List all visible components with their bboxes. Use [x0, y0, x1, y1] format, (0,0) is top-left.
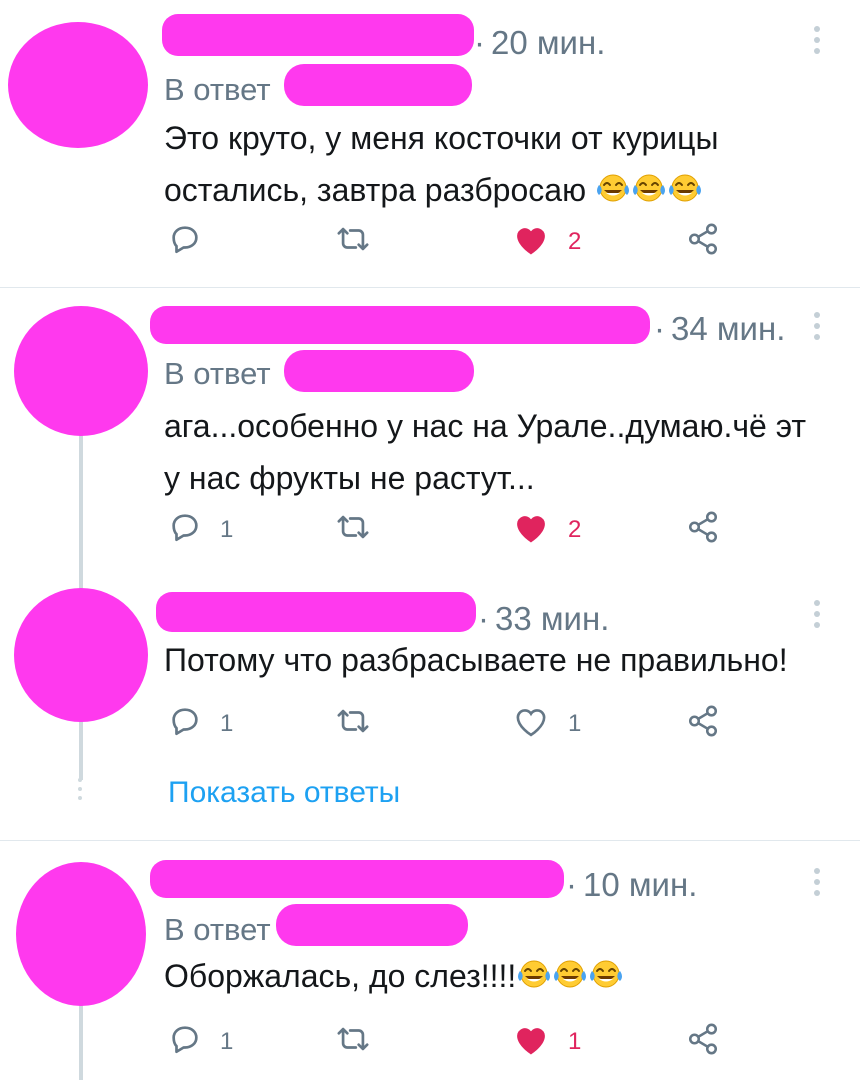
retweet-button[interactable]	[334, 704, 372, 744]
more-options-button[interactable]	[812, 26, 822, 59]
reply-count: 1	[220, 1028, 234, 1055]
divider	[0, 840, 860, 841]
share-icon	[686, 510, 720, 551]
redacted-reply-handle	[284, 64, 472, 106]
reply-count: 1	[220, 710, 234, 737]
avatar[interactable]	[8, 22, 148, 148]
tweet-text: Оборжалась, до слез!!!!	[164, 950, 624, 1002]
face-with-tears-of-joy-icon	[552, 954, 588, 988]
share-button[interactable]	[686, 1022, 720, 1062]
like-count: 2	[568, 228, 582, 255]
retweet-icon	[334, 222, 372, 263]
retweet-icon	[334, 1022, 372, 1063]
retweet-button[interactable]	[334, 510, 372, 550]
heart-icon	[512, 222, 550, 263]
tweet-text: ага...особенно у нас на Урале..думаю.чё …	[164, 408, 806, 496]
avatar[interactable]	[16, 862, 146, 1006]
share-button[interactable]	[686, 704, 720, 744]
reply-to-label: В ответ	[164, 72, 271, 107]
tweet-time: · 34 мин.	[654, 310, 786, 347]
tweet-actions: 1 1	[0, 704, 860, 744]
like-count: 1	[568, 710, 582, 737]
face-with-tears-of-joy-icon	[631, 168, 667, 202]
face-with-tears-of-joy-icon	[516, 954, 552, 988]
face-with-tears-of-joy-icon	[588, 954, 624, 988]
tweet-time: · 33 мин.	[478, 600, 610, 637]
like-button[interactable]: 2	[512, 510, 581, 550]
retweet-button[interactable]	[334, 1022, 372, 1062]
heart-icon	[512, 1022, 550, 1063]
redacted-username	[150, 306, 650, 344]
reply-icon	[168, 222, 202, 263]
redacted-username	[150, 860, 564, 898]
tweet-time: · 10 мин.	[566, 866, 698, 903]
tweet-text: Это круто, у меня косточки от курицы ост…	[164, 120, 719, 208]
share-icon	[686, 1022, 720, 1063]
emoji-group	[516, 958, 624, 994]
thread-continuation-dots	[78, 778, 82, 805]
reply-button[interactable]: 1	[168, 704, 233, 744]
share-icon	[686, 222, 720, 263]
tweet-actions: 2	[0, 222, 860, 262]
reply-to-label: В ответ	[164, 356, 271, 391]
share-button[interactable]	[686, 510, 720, 550]
reply-count: 1	[220, 516, 234, 543]
reply-to-label: В ответ	[164, 912, 271, 947]
tweet-actions: 1 1	[0, 1022, 860, 1062]
more-options-button[interactable]	[812, 600, 822, 633]
avatar[interactable]	[14, 588, 148, 722]
like-button[interactable]: 1	[512, 704, 581, 744]
redacted-reply-handle	[276, 904, 468, 946]
heart-icon	[512, 510, 550, 551]
face-with-tears-of-joy-icon	[667, 168, 703, 202]
share-icon	[686, 704, 720, 745]
retweet-button[interactable]	[334, 222, 372, 262]
like-button[interactable]: 2	[512, 222, 581, 262]
emoji-group	[595, 172, 703, 208]
reply-icon	[168, 510, 202, 551]
avatar[interactable]	[14, 306, 148, 436]
reply-button[interactable]: 1	[168, 1022, 233, 1062]
like-count: 2	[568, 516, 582, 543]
redacted-username	[156, 592, 476, 632]
reply-icon	[168, 1022, 202, 1063]
heart-icon	[512, 704, 550, 745]
more-options-button[interactable]	[812, 312, 822, 345]
face-with-tears-of-joy-icon	[595, 168, 631, 202]
reply-button[interactable]: 1	[168, 510, 233, 550]
retweet-icon	[334, 510, 372, 551]
tweet-text: Потому что разбрасываете не правильно!	[164, 642, 788, 678]
reply-button[interactable]	[168, 222, 202, 262]
tweet-time: · 20 мин.	[474, 24, 606, 61]
reply-icon	[168, 704, 202, 745]
share-button[interactable]	[686, 222, 720, 262]
like-count: 1	[568, 1028, 582, 1055]
show-replies-link[interactable]: Показать ответы	[168, 776, 400, 810]
tweet-actions: 1 2	[0, 510, 860, 550]
divider	[0, 287, 860, 288]
redacted-reply-handle	[284, 350, 474, 392]
like-button[interactable]: 1	[512, 1022, 581, 1062]
more-options-button[interactable]	[812, 868, 822, 901]
redacted-username	[162, 14, 474, 56]
retweet-icon	[334, 704, 372, 745]
